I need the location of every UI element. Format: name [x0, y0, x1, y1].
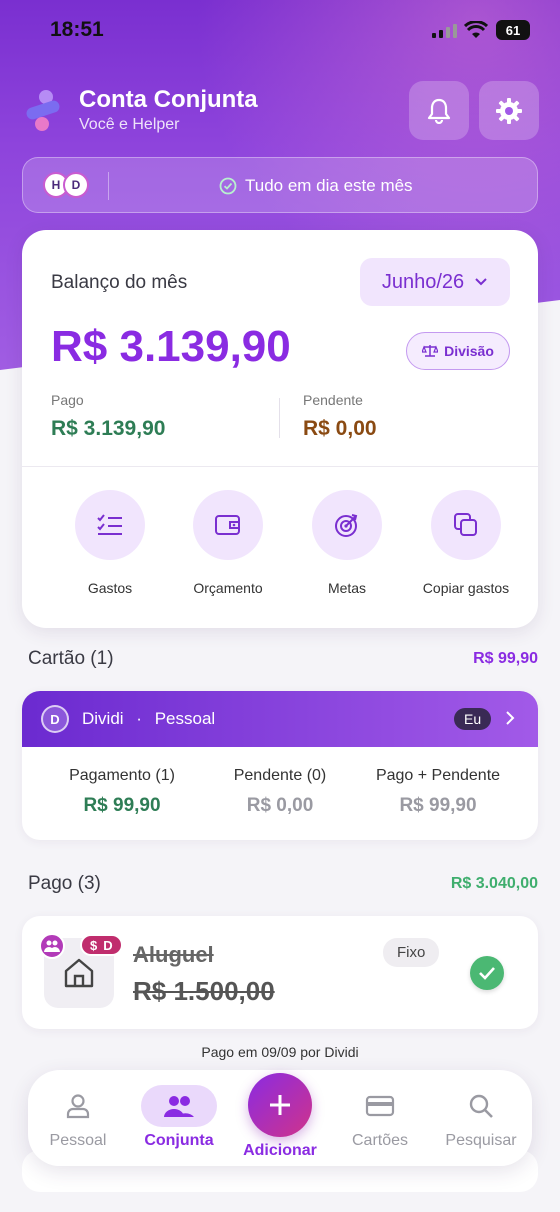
action-goals[interactable]: Metas	[292, 490, 402, 596]
target-icon	[335, 514, 358, 537]
scale-icon	[422, 345, 439, 357]
bell-icon	[427, 98, 451, 124]
status-ok: Tudo em dia este mês	[219, 176, 413, 196]
card-name: Dividi · Pessoal	[82, 709, 215, 729]
card-pending-column: Pendente (0) R$ 0,00	[200, 767, 360, 817]
tab-personal[interactable]: Pessoal	[28, 1070, 128, 1150]
payer-badge: $ D	[80, 934, 123, 956]
status-banner: H D Tudo em dia este mês	[22, 157, 538, 213]
plus-icon	[270, 1095, 290, 1115]
card-header[interactable]: D Dividi · Pessoal Eu	[22, 691, 538, 747]
people-icon	[44, 940, 60, 952]
action-expenses[interactable]: Gastos	[55, 490, 165, 596]
paid-section-total: R$ 3.040,00	[450, 875, 538, 892]
split-button[interactable]: Divisão	[406, 332, 510, 370]
action-label: Gastos	[87, 580, 133, 596]
column-value: R$ 99,90	[399, 795, 477, 816]
tab-cards[interactable]: Cartões	[330, 1070, 430, 1150]
paid-toggle[interactable]	[470, 956, 504, 990]
divider	[108, 172, 109, 200]
notifications-button[interactable]	[409, 81, 469, 140]
action-budget[interactable]: Orçamento	[173, 490, 283, 596]
fixed-tag: Fixo	[383, 938, 440, 967]
person-icon	[66, 1094, 90, 1119]
card-type: Pessoal	[154, 709, 216, 728]
member-avatars: H D	[43, 172, 91, 200]
card-section-total: R$ 99,90	[473, 650, 538, 667]
tab-search[interactable]: Pesquisar	[431, 1070, 531, 1150]
add-label: Adicionar	[243, 1142, 317, 1159]
add-button[interactable]	[248, 1073, 312, 1137]
tab-label: Pesquisar	[445, 1132, 517, 1149]
card-section-title: Cartão (1)	[28, 648, 114, 669]
check-circle-icon	[219, 177, 237, 195]
checklist-icon	[97, 514, 122, 535]
owner-badge: Eu	[454, 708, 492, 730]
column-value: R$ 99,90	[83, 795, 161, 816]
paid-label: Pago	[51, 392, 84, 408]
card-total-column: Pago + Pendente R$ 99,90	[358, 767, 518, 817]
app-title: Conta Conjunta	[79, 86, 258, 113]
avatar: D	[63, 172, 89, 198]
balance-total: R$ 3.139,90	[51, 322, 291, 371]
paid-value: R$ 3.139,90	[51, 417, 166, 440]
card-name-text: Dividi	[82, 709, 124, 728]
column-header: Pagamento (1)	[69, 767, 175, 784]
column-header: Pendente (0)	[233, 767, 327, 784]
people-icon	[164, 1096, 194, 1117]
paid-section-title: Pago (3)	[28, 873, 101, 894]
wallet-icon	[215, 515, 240, 535]
divider	[22, 466, 538, 467]
payer-initial: D	[103, 937, 113, 953]
wifi-icon	[464, 21, 488, 38]
dollar-icon: $	[90, 937, 98, 953]
gear-icon	[496, 97, 522, 124]
split-label: Divisão	[444, 343, 494, 359]
chevron-down-icon	[475, 278, 487, 286]
status-time: 18:51	[50, 18, 104, 41]
check-icon	[479, 967, 495, 980]
action-copy-expenses[interactable]: Copiar gastos	[411, 490, 521, 596]
home-indicator	[0, 1196, 560, 1212]
tab-label: Conjunta	[144, 1132, 214, 1149]
expense-item[interactable]: $ D Aluguel R$ 1.500,00 Fixo	[22, 916, 538, 1029]
action-label: Metas	[327, 580, 367, 596]
chevron-right-icon	[506, 711, 515, 725]
expense-note: Pago em 09/09 por Dividi	[201, 1044, 359, 1060]
tab-label: Cartões	[351, 1132, 409, 1149]
house-icon	[64, 958, 94, 988]
tab-label: Pessoal	[49, 1132, 107, 1149]
divider	[279, 398, 280, 438]
tab-bar: Pessoal Conjunta Adicionar Cartões Pesqu…	[28, 1070, 532, 1166]
group-badge	[39, 933, 65, 959]
action-label: Orçamento	[193, 580, 263, 596]
app-logo-icon	[26, 90, 60, 131]
tab-joint[interactable]: Conjunta	[129, 1070, 229, 1150]
credit-card-summary[interactable]: D Dividi · Pessoal Eu Pagamento (1) R$ 9…	[22, 691, 538, 840]
copy-icon	[454, 513, 477, 536]
settings-button[interactable]	[479, 81, 539, 140]
pending-value: R$ 0,00	[303, 417, 377, 440]
action-label: Copiar gastos	[422, 580, 510, 596]
status-bar: 18:51 61	[0, 18, 560, 46]
pending-label: Pendente	[303, 392, 363, 408]
balance-label: Balanço do mês	[51, 272, 188, 293]
credit-card-icon	[365, 1095, 395, 1117]
status-message: Tudo em dia este mês	[245, 176, 413, 195]
app-subtitle: Você e Helper	[79, 116, 180, 133]
balance-card: Balanço do mês Junho/26 R$ 3.139,90 Divi…	[22, 230, 538, 628]
card-separator: ·	[136, 709, 142, 728]
month-value: Junho/26	[381, 270, 465, 293]
column-value: R$ 0,00	[246, 795, 314, 816]
column-header: Pago + Pendente	[375, 767, 501, 784]
card-owner-avatar: D	[41, 705, 69, 733]
battery-level: 61	[505, 22, 521, 38]
month-selector[interactable]: Junho/26	[360, 258, 510, 306]
search-icon	[469, 1094, 493, 1118]
signal-icon	[432, 24, 457, 38]
card-paid-column: Pagamento (1) R$ 99,90	[42, 767, 202, 817]
expense-amount: R$ 1.500,00	[133, 976, 275, 1006]
battery-icon: 61	[496, 20, 530, 40]
expense-name: Aluguel	[133, 942, 214, 967]
